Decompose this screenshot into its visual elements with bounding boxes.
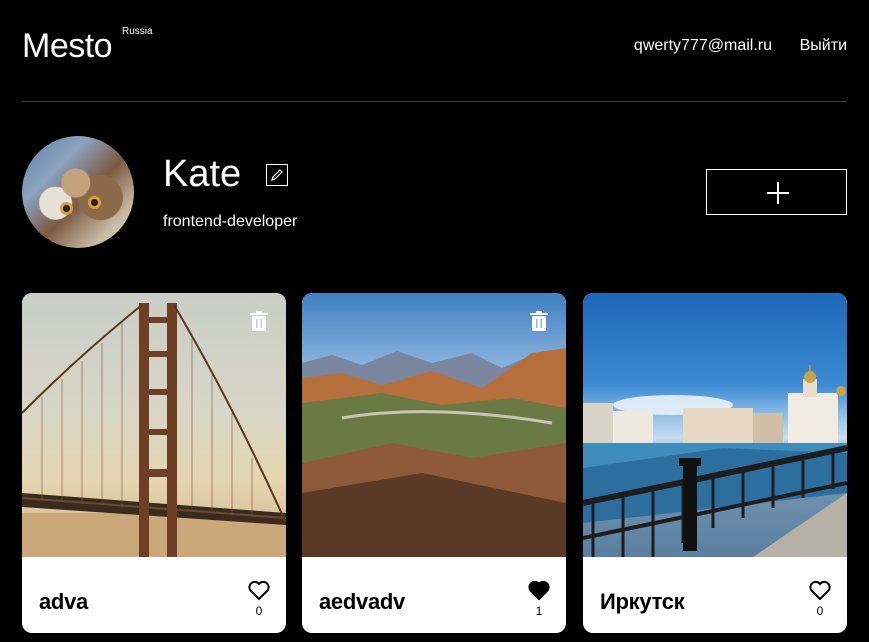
mountain-scene: [302, 348, 566, 557]
like-heart-icon[interactable]: [248, 581, 270, 601]
card: aedvadv 1: [302, 293, 566, 633]
page: Mesto Russia qwerty777@mail.ru Выйти Kat…: [0, 0, 869, 642]
like-count: 0: [255, 604, 263, 618]
card-image[interactable]: [22, 293, 286, 557]
plus-icon: [767, 182, 789, 204]
bridge-scene: [22, 303, 286, 557]
profile-name: Kate: [163, 153, 242, 195]
card: adva 0: [22, 293, 286, 633]
header: Mesto Russia qwerty777@mail.ru Выйти: [22, 0, 847, 102]
logo[interactable]: Mesto: [22, 26, 113, 66]
card: Иркутск 0: [583, 293, 847, 633]
logout-button[interactable]: Выйти: [800, 36, 847, 56]
city-scene: [583, 365, 847, 557]
card-title: adva: [39, 589, 88, 614]
trash-icon[interactable]: [530, 311, 548, 331]
like-heart-icon[interactable]: [809, 581, 831, 601]
user-email: qwerty777@mail.ru: [633, 37, 772, 54]
like-count: 0: [816, 604, 824, 618]
card-title: Иркутск: [600, 589, 685, 614]
card-title: aedvadv: [319, 589, 405, 614]
trash-icon[interactable]: [250, 311, 268, 331]
logo-region: Russia: [122, 26, 153, 37]
avatar-eye: [88, 196, 101, 209]
card-image[interactable]: [302, 293, 566, 557]
like-heart-icon-active[interactable]: [528, 581, 550, 601]
add-card-button[interactable]: [706, 169, 847, 215]
edit-profile-button[interactable]: [266, 164, 288, 186]
profile-job: frontend-developer: [163, 213, 298, 230]
card-image[interactable]: [583, 293, 847, 557]
like-count: 1: [535, 604, 543, 618]
avatar-eye: [60, 202, 73, 215]
avatar[interactable]: [22, 136, 134, 248]
pencil-icon: [271, 169, 283, 181]
